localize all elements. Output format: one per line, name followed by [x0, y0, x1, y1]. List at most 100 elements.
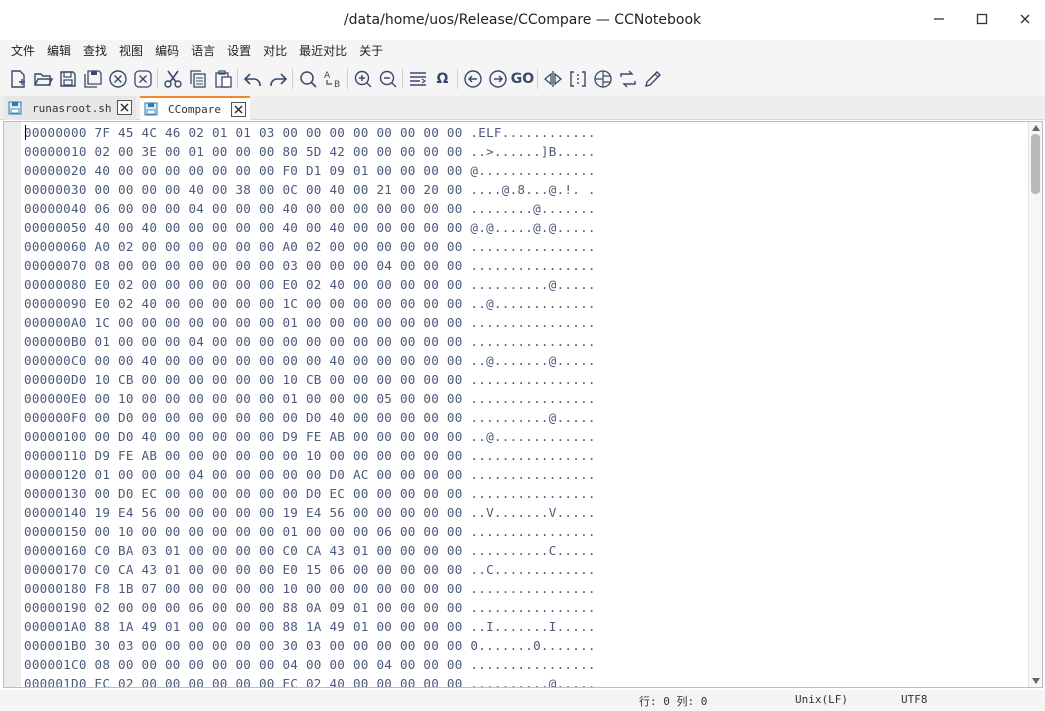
vertical-scrollbar[interactable]	[1028, 122, 1042, 687]
hex-line: 000001C0 08 00 00 00 00 00 00 00 04 00 0…	[24, 657, 596, 672]
replace-button[interactable]: AB	[320, 66, 345, 92]
hex-line: 00000100 00 D0 40 00 00 00 00 00 D9 FE A…	[24, 429, 596, 444]
word-wrap-button[interactable]	[405, 66, 430, 92]
undo-icon	[243, 73, 261, 86]
hex-line: 00000190 02 00 00 00 06 00 00 00 88 0A 0…	[24, 600, 596, 615]
bracket-button[interactable]	[565, 66, 590, 92]
menu-settings[interactable]: 设置	[221, 40, 257, 62]
hex-line: 000000B0 01 00 00 00 04 00 00 00 00 00 0…	[24, 334, 596, 349]
hex-line: 00000150 00 10 00 00 00 00 00 00 01 00 0…	[24, 524, 596, 539]
toolbar: AB Ω GO	[0, 62, 1045, 96]
save-button[interactable]	[55, 66, 80, 92]
refresh-button[interactable]	[615, 66, 640, 92]
column-mode-button[interactable]	[590, 66, 615, 92]
tab-label: CCompare	[168, 102, 221, 116]
tab-close-button[interactable]	[117, 100, 132, 115]
menu-recent-compare[interactable]: 最近对比	[293, 40, 353, 62]
close-icon	[1020, 14, 1030, 24]
column-icon	[593, 70, 612, 88]
new-file-button[interactable]	[5, 66, 30, 92]
hex-line: 00000180 F8 1B 07 00 00 00 00 00 10 00 0…	[24, 581, 596, 596]
menu-view[interactable]: 视图	[113, 40, 149, 62]
hex-line: 00000040 06 00 00 00 04 00 00 00 40 00 0…	[24, 201, 596, 216]
paste-button[interactable]	[210, 66, 235, 92]
hex-editor[interactable]: 00000000 7F 45 4C 46 02 01 01 03 00 00 0…	[3, 121, 1043, 688]
hex-line: 000000E0 00 10 00 00 00 00 00 00 01 00 0…	[24, 391, 596, 406]
menu-edit[interactable]: 编辑	[41, 40, 77, 62]
prev-icon	[463, 70, 482, 88]
status-bar: 行: 0 列: 0 Unix(LF) UTF8	[0, 690, 1045, 711]
saved-file-icon	[144, 102, 158, 116]
hex-line: 000001B0 30 03 00 00 00 00 00 00 30 03 0…	[24, 638, 596, 653]
close-file-button[interactable]	[105, 66, 130, 92]
zoom-in-button[interactable]	[350, 66, 375, 92]
hex-line: 00000160 C0 BA 03 01 00 00 00 00 C0 CA 4…	[24, 543, 596, 558]
prev-button[interactable]	[460, 66, 485, 92]
menu-compare[interactable]: 对比	[257, 40, 293, 62]
editor-gutter	[4, 122, 21, 687]
find-button[interactable]	[295, 66, 320, 92]
hex-line: 00000110 D9 FE AB 00 00 00 00 00 00 10 0…	[24, 448, 596, 463]
compare-button[interactable]	[540, 66, 565, 92]
close-window-button[interactable]	[1010, 6, 1040, 32]
hex-line: 000000F0 00 D0 00 00 00 00 00 00 00 D0 4…	[24, 410, 596, 425]
minimize-icon	[934, 18, 944, 20]
menu-bar: 文件 编辑 查找 视图 编码 语言 设置 对比 最近对比 关于	[0, 40, 1045, 62]
scroll-up-icon[interactable]	[1032, 125, 1040, 131]
open-file-icon	[33, 73, 53, 86]
save-all-button[interactable]	[80, 66, 105, 92]
replace-icon: AB	[324, 71, 340, 89]
maximize-button[interactable]	[967, 6, 997, 32]
tab-close-button[interactable]	[231, 102, 246, 117]
close-icon	[234, 105, 243, 114]
close-icon	[120, 103, 129, 112]
save-icon	[59, 71, 76, 87]
hex-line: 000000A0 1C 00 00 00 00 00 00 00 01 00 0…	[24, 315, 596, 330]
hex-line: 000000D0 10 CB 00 00 00 00 00 00 10 CB 0…	[24, 372, 596, 387]
redo-button[interactable]	[265, 66, 290, 92]
hex-line: 000001A0 88 1A 49 01 00 00 00 00 88 1A 4…	[24, 619, 596, 634]
close-all-button[interactable]	[130, 66, 155, 92]
menu-about[interactable]: 关于	[353, 40, 389, 62]
hex-line: 00000060 A0 02 00 00 00 00 00 00 A0 02 0…	[24, 239, 596, 254]
undo-button[interactable]	[240, 66, 265, 92]
menu-find[interactable]: 查找	[77, 40, 113, 62]
hex-line: 00000170 C0 CA 43 01 00 00 00 00 E0 15 0…	[24, 562, 596, 577]
file-encoding[interactable]: UTF8	[901, 693, 928, 706]
cut-button[interactable]	[160, 66, 185, 92]
edit-button[interactable]	[640, 66, 665, 92]
hex-line: 000001D0 EC 02 00 00 00 00 00 00 EC 02 4…	[24, 676, 596, 688]
hex-lines: 00000000 7F 45 4C 46 02 01 01 03 00 00 0…	[24, 123, 596, 688]
menu-language[interactable]: 语言	[185, 40, 221, 62]
tab-ccompare[interactable]: CCompare	[140, 96, 250, 120]
close-icon	[108, 70, 127, 88]
minimize-button[interactable]	[924, 6, 954, 32]
copy-icon	[189, 70, 206, 88]
wrap-icon	[409, 72, 426, 86]
hex-line: 00000130 00 D0 EC 00 00 00 00 00 00 D0 E…	[24, 486, 596, 501]
open-file-button[interactable]	[30, 66, 55, 92]
toolbar-separator	[402, 69, 403, 89]
special-char-button[interactable]: Ω	[430, 66, 455, 92]
menu-file[interactable]: 文件	[5, 40, 41, 62]
menu-encoding[interactable]: 编码	[149, 40, 185, 62]
line-ending[interactable]: Unix(LF)	[795, 693, 848, 706]
next-icon	[488, 70, 507, 88]
hex-line: 00000030 00 00 00 00 40 00 38 00 0C 00 4…	[24, 182, 596, 197]
cursor-position: 行: 0 列: 0	[639, 695, 708, 708]
title-bar: /data/home/uos/Release/CCompare — CCNote…	[0, 0, 1045, 40]
hex-line: 00000000 7F 45 4C 46 02 01 01 03 00 00 0…	[24, 125, 596, 140]
hex-line: 00000020 40 00 00 00 00 00 00 00 F0 D1 0…	[24, 163, 596, 178]
saved-file-icon	[8, 101, 22, 115]
toolbar-separator	[157, 69, 158, 89]
goto-icon: GO	[510, 71, 535, 87]
scrollbar-thumb[interactable]	[1031, 134, 1040, 194]
goto-button[interactable]: GO	[510, 66, 535, 92]
copy-button[interactable]	[185, 66, 210, 92]
next-button[interactable]	[485, 66, 510, 92]
tab-runasroot[interactable]: runasroot.sh	[4, 96, 136, 120]
tab-label: runasroot.sh	[32, 101, 112, 115]
hex-line: 00000140 19 E4 56 00 00 00 00 00 19 E4 5…	[24, 505, 596, 520]
zoom-out-button[interactable]	[375, 66, 400, 92]
scroll-down-icon[interactable]	[1032, 678, 1040, 684]
